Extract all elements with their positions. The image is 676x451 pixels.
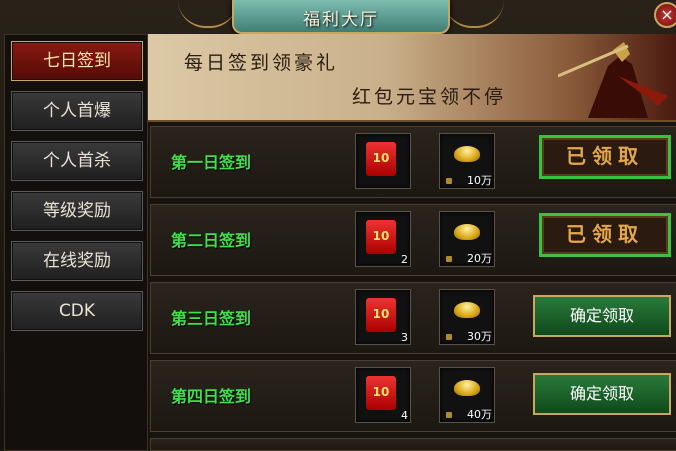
red-packet-slot[interactable]: 10 3 [355,289,411,345]
red-packet-slot[interactable]: 10 [355,133,411,189]
day-label: 第四日签到 [171,387,252,406]
window-title: 福利大厅 [303,10,379,30]
red-packet-icon: 10 [366,220,396,254]
claimed-button[interactable]: 已领取 [539,135,671,179]
tab-personal-first-kill[interactable]: 个人首杀 [11,141,143,181]
title-plate: 福利大厅 [232,0,450,34]
item-quantity: 4 [401,409,408,422]
banner-line-2: 红包元宝领不停 [352,86,507,108]
item-quantity: 30万 [467,330,492,343]
bound-lock-icon [446,334,452,340]
day-label: 第一日签到 [171,153,252,172]
red-packet-icon: 10 [366,298,396,332]
signin-row-day-4: 第四日签到 10 4 40万 确定领取 [150,360,676,432]
gold-ingot-icon [454,146,480,162]
tab-personal-first-drop[interactable]: 个人首爆 [11,91,143,131]
signin-row-day-3: 第三日签到 10 3 30万 确定领取 [150,282,676,354]
tab-level-reward[interactable]: 等级奖励 [11,191,143,231]
gold-ingot-slot[interactable]: 10万 [439,133,495,189]
item-quantity: 20万 [467,252,492,265]
banner-line-1: 每日签到领豪礼 [184,52,339,74]
gold-ingot-icon [454,224,480,240]
bound-lock-icon [446,412,452,418]
close-icon: × [660,5,674,24]
gold-ingot-slot[interactable]: 40万 [439,367,495,423]
tab-cdk[interactable]: CDK [11,291,143,331]
item-quantity: 10万 [467,174,492,187]
signin-banner: 每日签到领豪礼 红包元宝领不停 [148,34,676,122]
warrior-artwork [558,42,668,118]
day-label: 第三日签到 [171,309,252,328]
gold-ingot-icon [454,302,480,318]
signin-row-day-1: 第一日签到 10 10万 已领取 [150,126,676,198]
tab-online-reward[interactable]: 在线奖励 [11,241,143,281]
red-packet-slot[interactable]: 10 4 [355,367,411,423]
main-content: 每日签到领豪礼 红包元宝领不停 第一日签到 10 10万 已领取 第二日签到 1… [148,34,676,451]
confirm-claim-button[interactable]: 确定领取 [533,373,671,415]
tab-seven-day-signin[interactable]: 七日签到 [11,41,143,81]
red-packet-slot[interactable]: 10 2 [355,211,411,267]
title-ornament-right [444,0,504,28]
item-quantity: 40万 [467,408,492,421]
signin-row-day-5 [150,438,676,451]
gold-ingot-slot[interactable]: 30万 [439,289,495,345]
red-packet-icon: 10 [366,376,396,410]
gold-ingot-slot[interactable]: 20万 [439,211,495,267]
item-quantity: 3 [401,331,408,344]
day-label: 第二日签到 [171,231,252,250]
close-button[interactable]: × [654,2,676,28]
gold-ingot-icon [454,380,480,396]
signin-row-day-2: 第二日签到 10 2 20万 已领取 [150,204,676,276]
item-quantity: 2 [401,253,408,266]
sidebar: 七日签到 个人首爆 个人首杀 等级奖励 在线奖励 CDK [4,34,148,451]
bound-lock-icon [446,178,452,184]
claimed-button[interactable]: 已领取 [539,213,671,257]
title-ornament-left [178,0,238,28]
welfare-hall-window: 福利大厅 × 七日签到 个人首爆 个人首杀 等级奖励 在线奖励 CDK 每日签到… [0,0,676,451]
confirm-claim-button[interactable]: 确定领取 [533,295,671,337]
bound-lock-icon [446,256,452,262]
red-packet-icon: 10 [366,142,396,176]
